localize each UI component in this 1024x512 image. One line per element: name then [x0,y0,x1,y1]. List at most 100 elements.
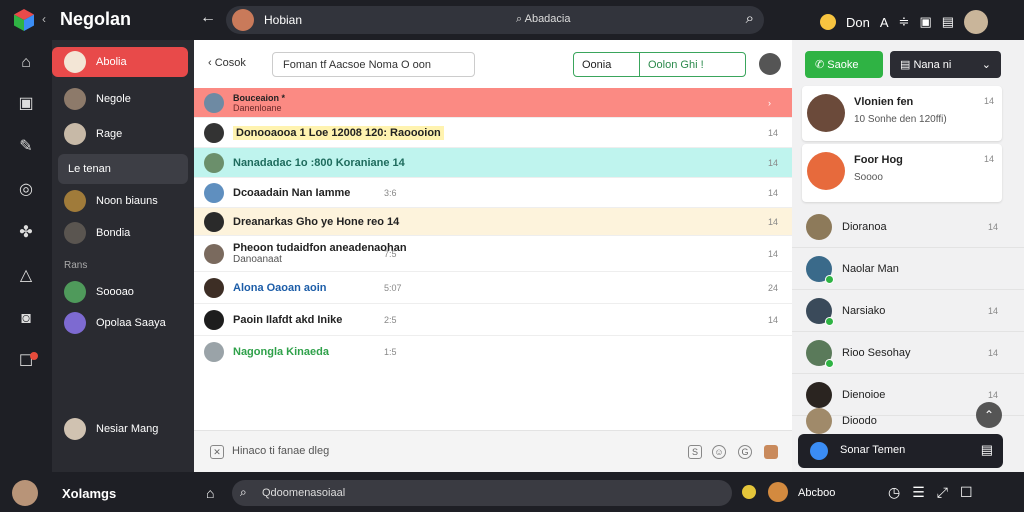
scroll-up-button[interactable]: ⌃ [976,402,1002,428]
app-title: Negolan [60,9,132,29]
user-avatar[interactable] [964,10,989,34]
contact-list: Abolia Negole Rage Le tenan Noon biauns … [52,40,194,472]
avatar[interactable] [759,53,781,75]
list-item[interactable]: Noon biauns [52,186,188,216]
profile-card[interactable]: Foor Hog Soooo 14 [802,144,1002,202]
list-item-meta: 14 [987,347,998,358]
chat-header-bar[interactable]: Hobian ⌕ Abadacia ⌕ [226,6,764,34]
back-button[interactable]: ‹ Cosok [208,57,246,69]
avatar [806,381,832,408]
calendar-icon[interactable]: ▤ [981,442,993,458]
list-item[interactable]: Negole [52,84,188,114]
chevron-left-icon: ‹ [208,57,215,69]
chat-toolbar: ‹ Cosok Foman tf Aacsoe Noma O oon Oonia… [194,40,792,88]
chevron-left-icon[interactable]: ‹ [42,12,46,26]
table-row[interactable]: Paoin Ilafdt akd Inike 2:5 14 [194,304,792,336]
profile-card[interactable]: Vlonien fen 10 Sonhe den 120ffi) 14 [802,86,1002,141]
dual-button[interactable]: Oonia Oolon Ghi ! [573,52,746,77]
app-logo-icon[interactable] [12,8,36,32]
card-title: Foor Hog [854,154,903,166]
dual-right-button[interactable]: Oolon Ghi ! [640,53,745,76]
basket-icon[interactable]: ⌂ [206,485,214,501]
list-item[interactable]: Rage [52,119,188,149]
avatar [204,211,224,232]
list-item[interactable]: Dioranoa 14 [792,206,1024,248]
card-meta: 14 [983,154,994,164]
avatar [807,94,845,132]
list-item[interactable]: Nesiar Mang [52,414,188,444]
instagram-icon[interactable]: ◙ [17,310,35,328]
header-search-label[interactable]: ⌕ Abadacia [516,13,570,26]
puzzle-icon[interactable]: ✤ [17,224,35,242]
list-item[interactable]: Rioo Sesohay 14 [792,332,1024,374]
list-item[interactable]: Bondia [52,218,188,248]
table-row[interactable]: Nanadadac 1o :800 Koraniane 14 14 [194,148,792,178]
list-icon[interactable]: ☰ [912,484,925,501]
message-icon[interactable]: ☐ [960,484,973,501]
list-item[interactable]: Opolaa Saaya [52,308,188,338]
action-button-label: Nana ni [913,59,952,71]
pin-icon[interactable]: ✎ [17,138,35,156]
back-arrow-icon[interactable]: ← [200,9,216,27]
search-icon[interactable]: ⌕ [746,10,754,27]
user-avatar[interactable] [12,480,38,506]
online-indicator [825,316,834,326]
action-button-green[interactable]: ✆ Saoke [805,51,883,78]
triangle-icon[interactable]: △ [17,267,35,285]
list-item-label: Dienoioe [842,388,886,401]
message-time: 5:07 [384,282,402,293]
image-icon[interactable]: ▣ [919,14,931,30]
list-item-label: Opolaa Saaya [96,317,166,329]
list-item[interactable]: Abolia [52,47,188,77]
coin-icon[interactable] [742,485,756,499]
chevron-right-icon[interactable]: › [768,98,771,108]
dual-left-button[interactable]: Oonia [574,53,640,76]
avatar [806,213,832,240]
table-row[interactable]: Nagongla Kinaeda 1:5 [194,336,792,368]
expand-icon[interactable]: ⤢ [937,484,948,501]
online-indicator [825,358,834,368]
avatar[interactable] [764,445,778,459]
gif-icon[interactable]: G [738,445,752,459]
icon-rail: ⌂ ▣ ✎ ◎ ✤ △ ◙ ☐ [0,40,52,472]
message-text: Pheoon tudaidfon aneadenaohan [233,242,407,254]
message-text: Paoin Ilafdt akd Inike [233,313,343,326]
format-icon[interactable]: S [688,445,702,459]
avatar [64,51,86,73]
avatar [64,312,86,334]
list-item-label: Dioodo [842,415,877,427]
home-icon[interactable]: ⌂ [17,54,35,72]
table-row[interactable]: Dcoaadain Nan Iamme 3:6 14 [194,178,792,208]
compose-input[interactable]: Hinaco ti fanae dleg [232,445,329,457]
table-row[interactable]: Bouceaion * Danenloane › [194,88,792,118]
table-row[interactable]: Alona Oaoan aoin 5:07 24 [194,272,792,304]
list-item-label: Bondia [96,227,131,239]
action-button-dark[interactable]: ▤ Nana ni ⌄ [890,51,1001,78]
emoji-icon[interactable]: ☺ [712,445,726,459]
list-item[interactable]: Narsiako 14 [792,290,1024,332]
filter-field[interactable]: Foman tf Aacsoe Noma O oon [272,52,475,77]
table-row[interactable]: Dreanarkas Gho ye Hone reo 14 14 [194,208,792,236]
list-item[interactable]: Naolar Man [792,248,1024,290]
message-text: Bouceaion * [233,92,286,103]
panel-action-bar[interactable]: Sonar Temen ▤ [798,434,1003,468]
list-item[interactable]: Le tenan [58,154,188,184]
list-item[interactable]: Soooao [52,277,188,307]
sort-icon[interactable]: ≑ [899,14,910,30]
square-icon[interactable]: ▣ [17,95,35,113]
font-icon[interactable]: A [880,15,889,30]
table-row[interactable]: Pheoon tudaidfon aneadenaohan Danoanaat 7… [194,236,792,272]
chat-main: ‹ Cosok Foman tf Aacsoe Noma O oon Oonia… [194,40,792,472]
bottom-search-input[interactable]: ⌕ Qdoomenasoiaal [232,480,732,506]
clock-icon[interactable]: ◷ [888,484,900,501]
file-icon[interactable]: ▤ [942,14,954,30]
timer-icon[interactable]: ◎ [17,181,35,199]
attach-icon[interactable]: ✕ [210,445,224,459]
avatar[interactable] [768,482,788,502]
search-icon: ⌕ [516,13,525,25]
emoji-icon[interactable] [820,14,836,30]
action-button-label: Saoke [827,59,859,71]
card-title: Vlonien fen [854,96,914,108]
table-row[interactable]: Donooaooa 1 Loe 12008 120: Raoooion 14 [194,118,792,148]
card-meta: 14 [983,96,994,106]
